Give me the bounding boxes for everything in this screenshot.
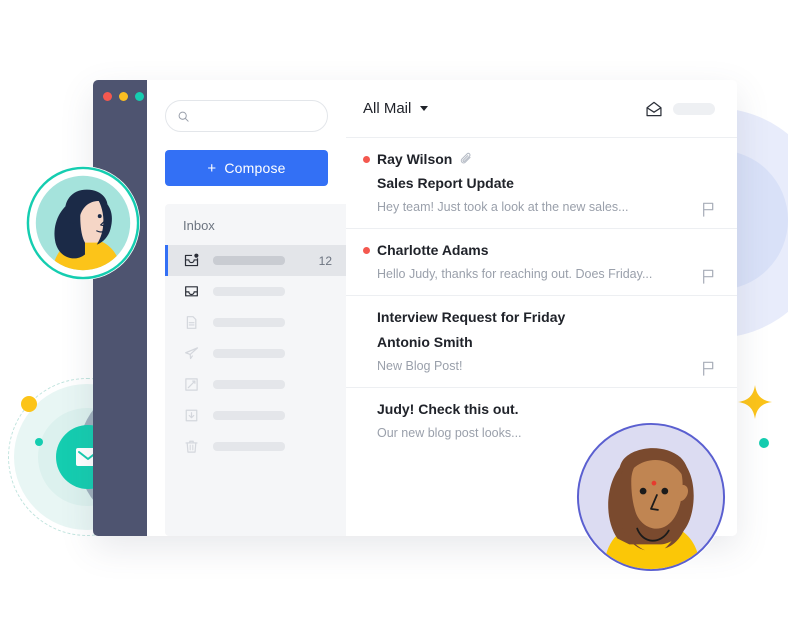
- document-icon: [183, 315, 199, 331]
- attachment-paperclip-icon: [461, 152, 471, 164]
- mail-row-header: Charlotte Adams: [363, 242, 715, 258]
- avatar-left: [25, 165, 141, 281]
- mail-preview: Hello Judy, thanks for reaching out. Doe…: [377, 267, 653, 282]
- sidebar-folder-panel: Inbox 12: [165, 204, 346, 536]
- chevron-down-icon: [420, 106, 429, 111]
- mail-list-item[interactable]: Interview Request for Friday Antonio Smi…: [346, 296, 737, 389]
- mail-row-header: Ray Wilson: [363, 151, 715, 167]
- illustration-stage: + Compose Inbox 12 All Mail Ray Wilson S…: [0, 0, 788, 640]
- sidebar: + Compose Inbox 12: [147, 80, 346, 536]
- sidebar-item-label-placeholder: [213, 349, 285, 358]
- window-rail: [93, 80, 147, 536]
- unread-indicator: [363, 246, 370, 254]
- search-icon: [178, 111, 189, 122]
- mail-sender: Charlotte Adams: [377, 242, 489, 259]
- minimize-button[interactable]: [119, 92, 128, 101]
- trash-icon: [183, 439, 199, 455]
- sidebar-item-sent[interactable]: [165, 338, 346, 369]
- sidebar-item-label-placeholder: [213, 256, 285, 265]
- mail-preview: Hey team! Just took a look at the new sa…: [377, 200, 629, 214]
- sidebar-section-title: Inbox: [183, 218, 215, 233]
- mail-subject: Sales Report Update: [377, 175, 514, 191]
- sidebar-item-inbox[interactable]: [165, 276, 346, 307]
- mail-preview: New Blog Post!: [377, 359, 463, 374]
- send-icon: [183, 346, 199, 362]
- compose-edit-icon: [183, 377, 199, 393]
- open-envelope-icon[interactable]: [645, 101, 663, 117]
- sidebar-item-label-placeholder: [213, 411, 285, 420]
- mail-sender: Ray Wilson: [377, 151, 453, 167]
- inbox-icon: [183, 284, 199, 300]
- maximize-button[interactable]: [135, 92, 144, 101]
- sidebar-item-count: 12: [318, 253, 332, 268]
- inbox-star-icon: [183, 253, 199, 269]
- sparkle-star-icon: [738, 385, 772, 419]
- sidebar-item-inbox-starred[interactable]: 12: [165, 245, 346, 276]
- teal-dot-decoration-left: [35, 438, 43, 446]
- mail-header-actions: [645, 101, 715, 117]
- sidebar-item-compose-drafts[interactable]: [165, 369, 346, 400]
- teal-dot-decoration-right: [759, 438, 769, 448]
- flag-icon[interactable]: [701, 361, 715, 377]
- compose-button-label: Compose: [224, 160, 286, 176]
- sidebar-item-label-placeholder: [213, 442, 285, 451]
- flag-icon[interactable]: [701, 202, 715, 217]
- header-label-placeholder: [673, 102, 715, 115]
- compose-button[interactable]: + Compose: [165, 150, 328, 186]
- traffic-lights: [93, 92, 147, 101]
- search-box[interactable]: [165, 100, 328, 132]
- mail-list-header: All Mail: [346, 80, 737, 138]
- sidebar-item-trash[interactable]: [165, 431, 346, 462]
- avatar-right: [575, 421, 727, 573]
- sidebar-item-label-placeholder: [213, 318, 285, 327]
- archive-download-icon: [183, 408, 199, 424]
- mail-subject: Interview Request for Friday: [377, 309, 566, 326]
- mail-list-item[interactable]: Ray Wilson Sales Report Update Hey team!…: [346, 138, 737, 230]
- flag-icon[interactable]: [701, 269, 715, 284]
- search-input[interactable]: [195, 108, 315, 124]
- mail-list-item[interactable]: Charlotte Adams Hello Judy, thanks for r…: [346, 229, 737, 297]
- unread-indicator: [363, 155, 370, 163]
- sidebar-item-drafts[interactable]: [165, 307, 346, 338]
- mail-subject: Judy! Check this out.: [377, 401, 519, 418]
- yellow-dot-decoration: [21, 396, 37, 412]
- close-button[interactable]: [103, 92, 112, 101]
- sidebar-item-archive[interactable]: [165, 400, 346, 431]
- mail-sender: Antonio Smith: [377, 334, 473, 351]
- plus-icon: +: [207, 159, 217, 177]
- sidebar-item-label-placeholder: [213, 380, 285, 389]
- mail-filter-dropdown[interactable]: All Mail: [363, 100, 429, 117]
- mail-filter-label: All Mail: [363, 100, 412, 117]
- sidebar-item-label-placeholder: [213, 287, 285, 296]
